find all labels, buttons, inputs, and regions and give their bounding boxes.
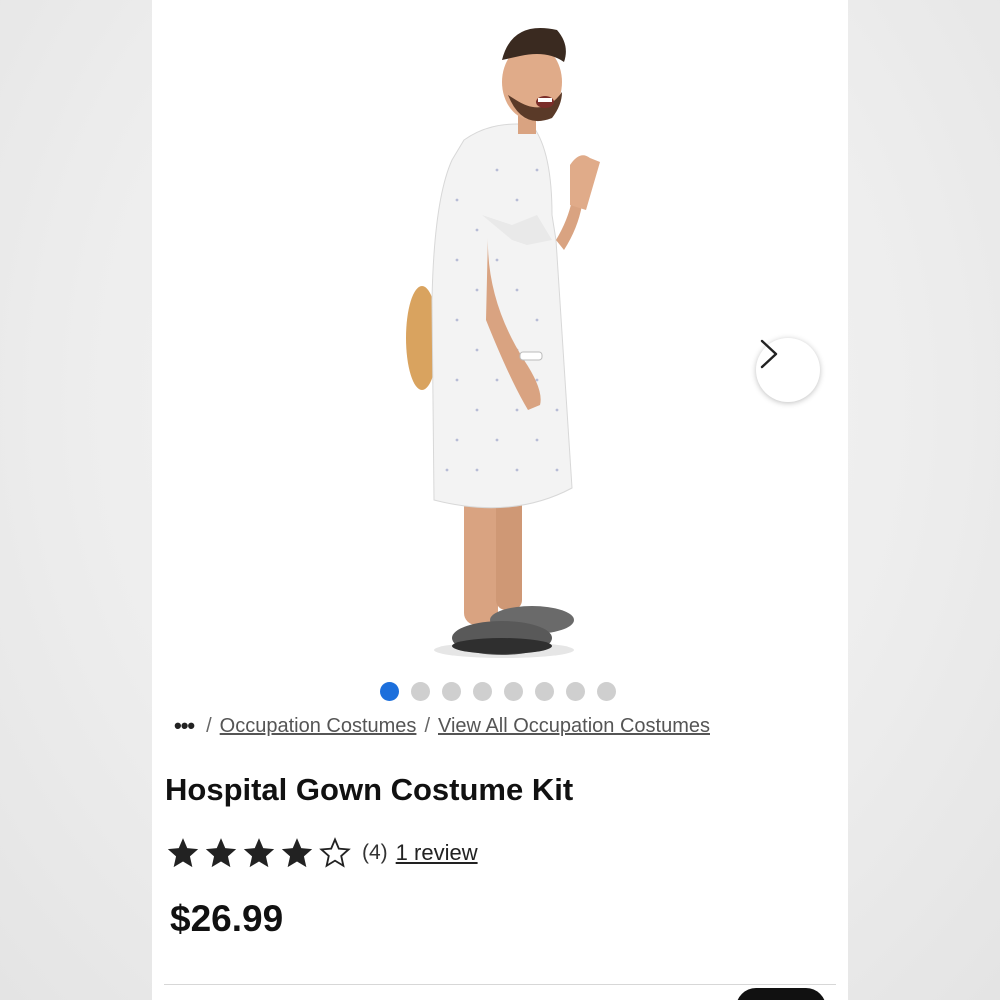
- rating-stars[interactable]: [166, 836, 352, 870]
- breadcrumb-separator: /: [206, 714, 212, 737]
- chevron-right-icon: [760, 339, 778, 369]
- product-page: ••• / Occupation Costumes / View All Occ…: [152, 0, 848, 1000]
- product-price: $26.99: [170, 898, 284, 939]
- carousel-dot-5[interactable]: [504, 682, 523, 701]
- breadcrumb-link-view-all[interactable]: View All Occupation Costumes: [438, 715, 710, 738]
- star-filled-icon: [167, 838, 199, 868]
- breadcrumb-more-button[interactable]: •••: [174, 713, 195, 739]
- carousel-dot-1[interactable]: [380, 682, 399, 701]
- breadcrumb: ••• / Occupation Costumes / View All Occ…: [174, 713, 710, 739]
- breadcrumb-link-occupation-costumes[interactable]: Occupation Costumes: [220, 715, 417, 738]
- product-image[interactable]: [152, 0, 848, 670]
- carousel-dot-7[interactable]: [566, 682, 585, 701]
- product-title: Hospital Gown Costume Kit: [165, 772, 574, 807]
- next-image-button[interactable]: [756, 338, 820, 402]
- divider: [164, 984, 836, 985]
- product-rating: (4) 1 review: [166, 836, 478, 870]
- costume-model-illustration: [406, 28, 600, 658]
- star-filled-icon: [205, 838, 237, 868]
- star-filled-icon: [243, 838, 275, 868]
- carousel-indicators: [380, 682, 616, 701]
- rating-count: (4): [362, 841, 388, 864]
- carousel-dot-8[interactable]: [597, 682, 616, 701]
- carousel-dot-4[interactable]: [473, 682, 492, 701]
- carousel-dot-6[interactable]: [535, 682, 554, 701]
- star-empty-icon: [319, 837, 351, 868]
- review-link[interactable]: 1 review: [396, 840, 478, 866]
- carousel-dot-2[interactable]: [411, 682, 430, 701]
- action-button[interactable]: [736, 988, 826, 1000]
- star-filled-icon: [281, 838, 313, 868]
- breadcrumb-separator: /: [424, 714, 430, 737]
- carousel-dot-3[interactable]: [442, 682, 461, 701]
